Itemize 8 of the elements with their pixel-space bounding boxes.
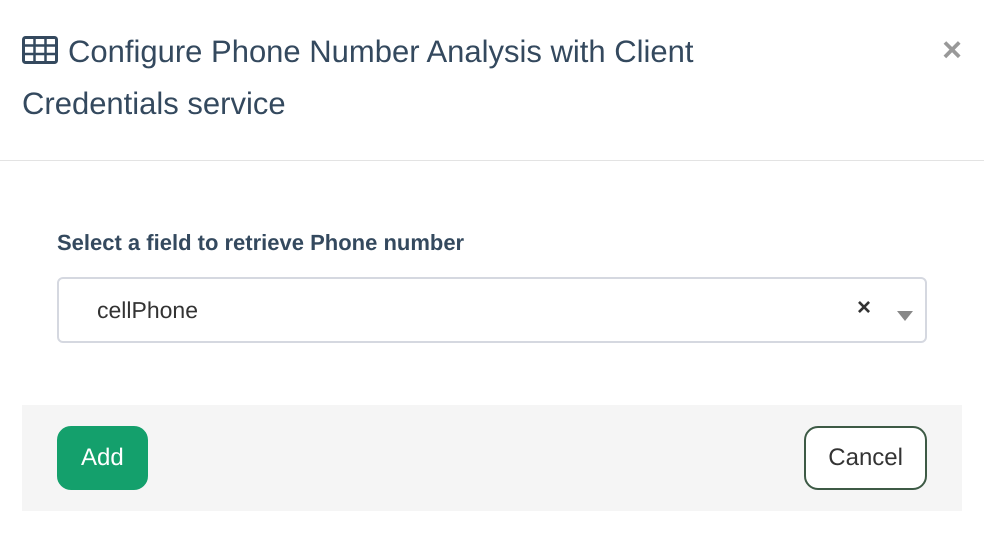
table-icon	[22, 36, 58, 64]
select-field[interactable]: cellPhone ×	[57, 277, 927, 343]
dialog-title: Configure Phone Number Analysis with Client Credentials service	[22, 33, 694, 123]
clear-button[interactable]: ×	[856, 290, 871, 326]
field-label: Select a field to retrieve Phone number	[57, 229, 466, 257]
select-value: cellPhone	[97, 296, 200, 325]
caret-icon	[897, 311, 913, 321]
cancel-button[interactable]: Cancel	[804, 426, 927, 490]
